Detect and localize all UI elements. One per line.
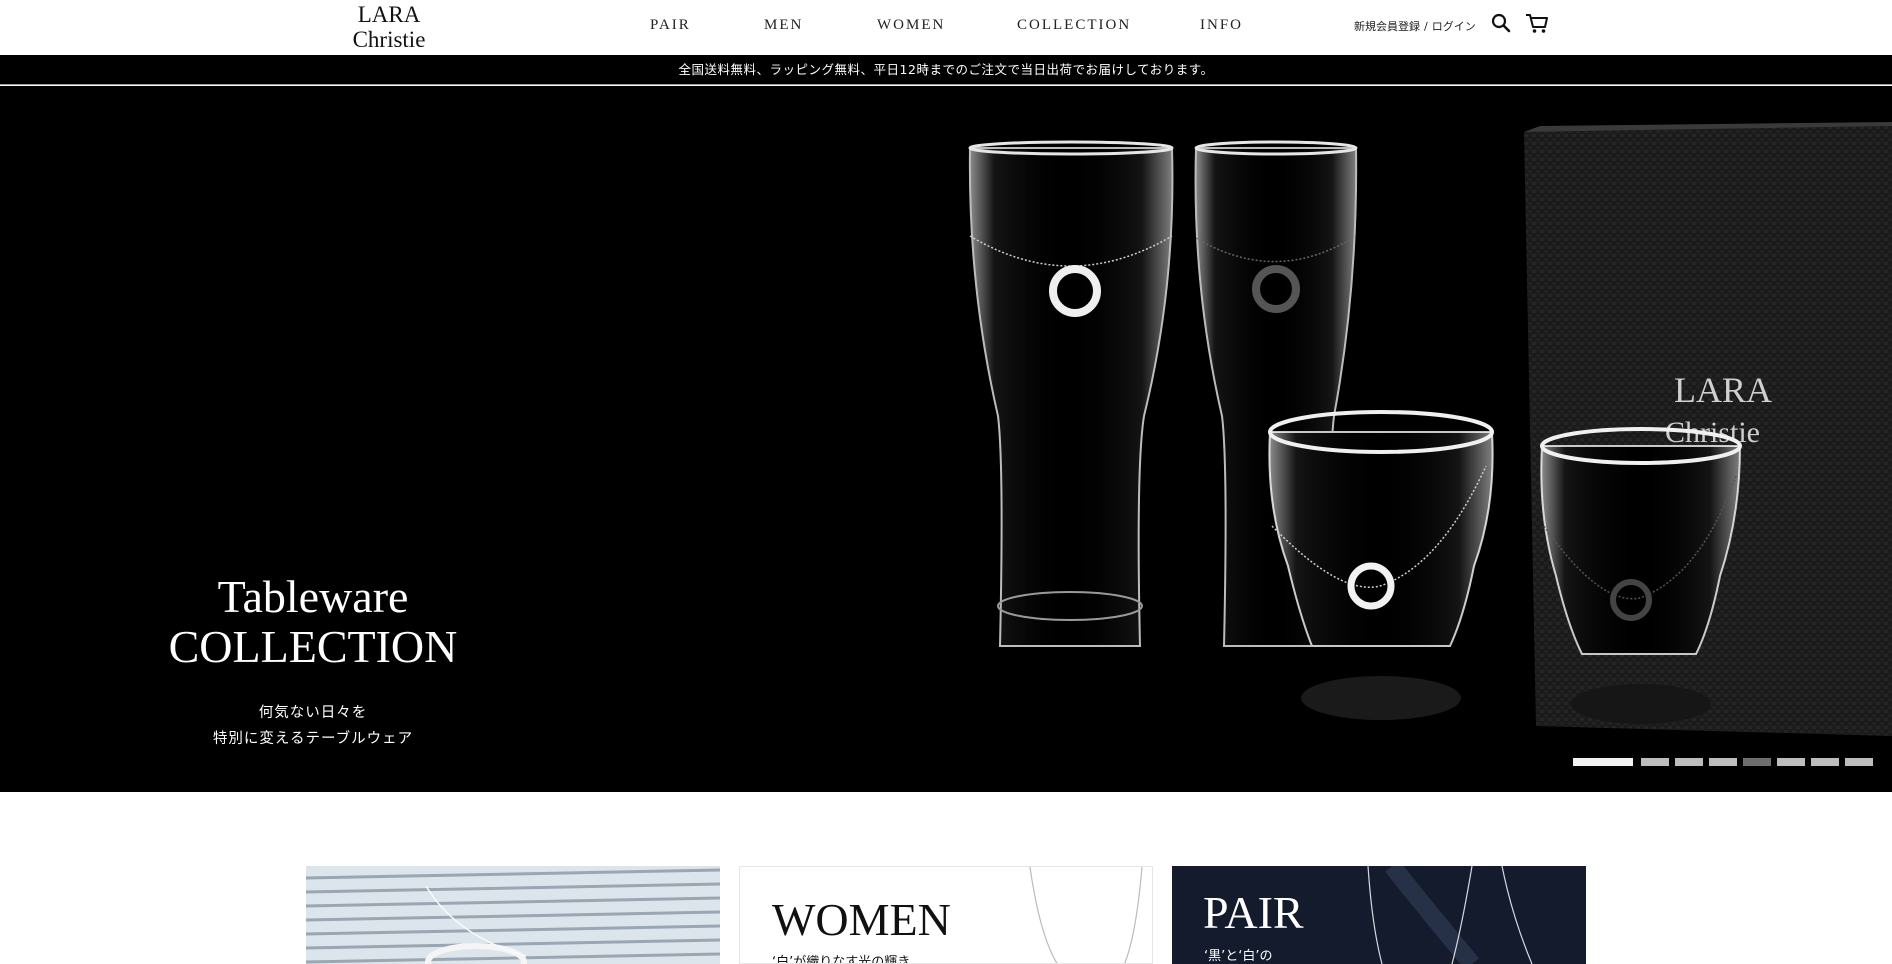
men-newspaper-image <box>306 866 720 964</box>
nav-women[interactable]: WOMEN <box>877 17 945 34</box>
slider-dot-3[interactable] <box>1675 758 1703 766</box>
register-link[interactable]: 新規会員登録 <box>1354 20 1420 33</box>
slider-dot-4[interactable] <box>1709 758 1737 766</box>
search-icon[interactable] <box>1490 12 1512 34</box>
hero-tableware-photo: LARA Christie <box>968 122 1892 736</box>
nav-pair[interactable]: PAIR <box>650 17 691 34</box>
cart-icon[interactable] <box>1524 12 1550 34</box>
slider-dot-7[interactable] <box>1811 758 1839 766</box>
nav-info[interactable]: INFO <box>1200 17 1243 34</box>
hero-title-line-2: COLLECTION <box>168 621 458 672</box>
hero-slider[interactable]: LARA Christie Tableware COLLECTION 何気ない日… <box>0 86 1892 792</box>
nav-men[interactable]: MEN <box>764 17 803 34</box>
pair-card-title: PAIR <box>1203 887 1304 938</box>
account-separator: / <box>1424 20 1428 33</box>
site-header: LARA Christie PAIR MEN WOMEN COLLECTION … <box>0 0 1892 54</box>
hero-title-line-1: Tableware <box>217 571 409 622</box>
women-card-subtitle: ‘白’が織りなす光の輝き <box>772 955 911 964</box>
women-card-title: WOMEN <box>772 894 951 945</box>
main-nav: PAIR MEN WOMEN COLLECTION INFO <box>0 17 1892 37</box>
login-link[interactable]: ログイン <box>1432 20 1476 33</box>
category-card-pair[interactable]: PAIR ‘黒’と‘白’の <box>1172 866 1586 964</box>
hero-subtitle-line-1: 何気ない日々を <box>258 705 368 721</box>
box-brand-line-1: LARA <box>1674 370 1772 410</box>
hero-subtitle: 何気ない日々を 特別に変えるテーブルウェア <box>130 700 496 752</box>
category-card-women[interactable]: WOMEN ‘白’が織りなす光の輝き <box>739 866 1153 964</box>
slider-dot-2[interactable] <box>1641 758 1669 766</box>
slider-dot-6[interactable] <box>1777 758 1805 766</box>
slider-dot-5[interactable] <box>1743 758 1771 766</box>
hero-caption: Tableware COLLECTION 何気ない日々を 特別に変えるテーブルウ… <box>130 572 496 752</box>
category-card-men[interactable] <box>306 866 720 964</box>
nav-collection[interactable]: COLLECTION <box>1017 17 1131 34</box>
hero-title: Tableware COLLECTION <box>130 572 496 672</box>
slider-dot-1[interactable] <box>1573 758 1633 766</box>
pair-card-subtitle: ‘黒’と‘白’の <box>1204 949 1273 964</box>
slider-dot-8[interactable] <box>1845 758 1873 766</box>
account-links: 新規会員登録 / ログイン <box>1354 18 1476 34</box>
hero-subtitle-line-2: 特別に変えるテーブルウェア <box>212 731 414 747</box>
shipping-notice-text: 全国送料無料、ラッピング無料、平日12時までのご注文で当日出荷でお届けしておりま… <box>678 62 1214 77</box>
shipping-notice-bar: 全国送料無料、ラッピング無料、平日12時までのご注文で当日出荷でお届けしておりま… <box>0 55 1892 85</box>
